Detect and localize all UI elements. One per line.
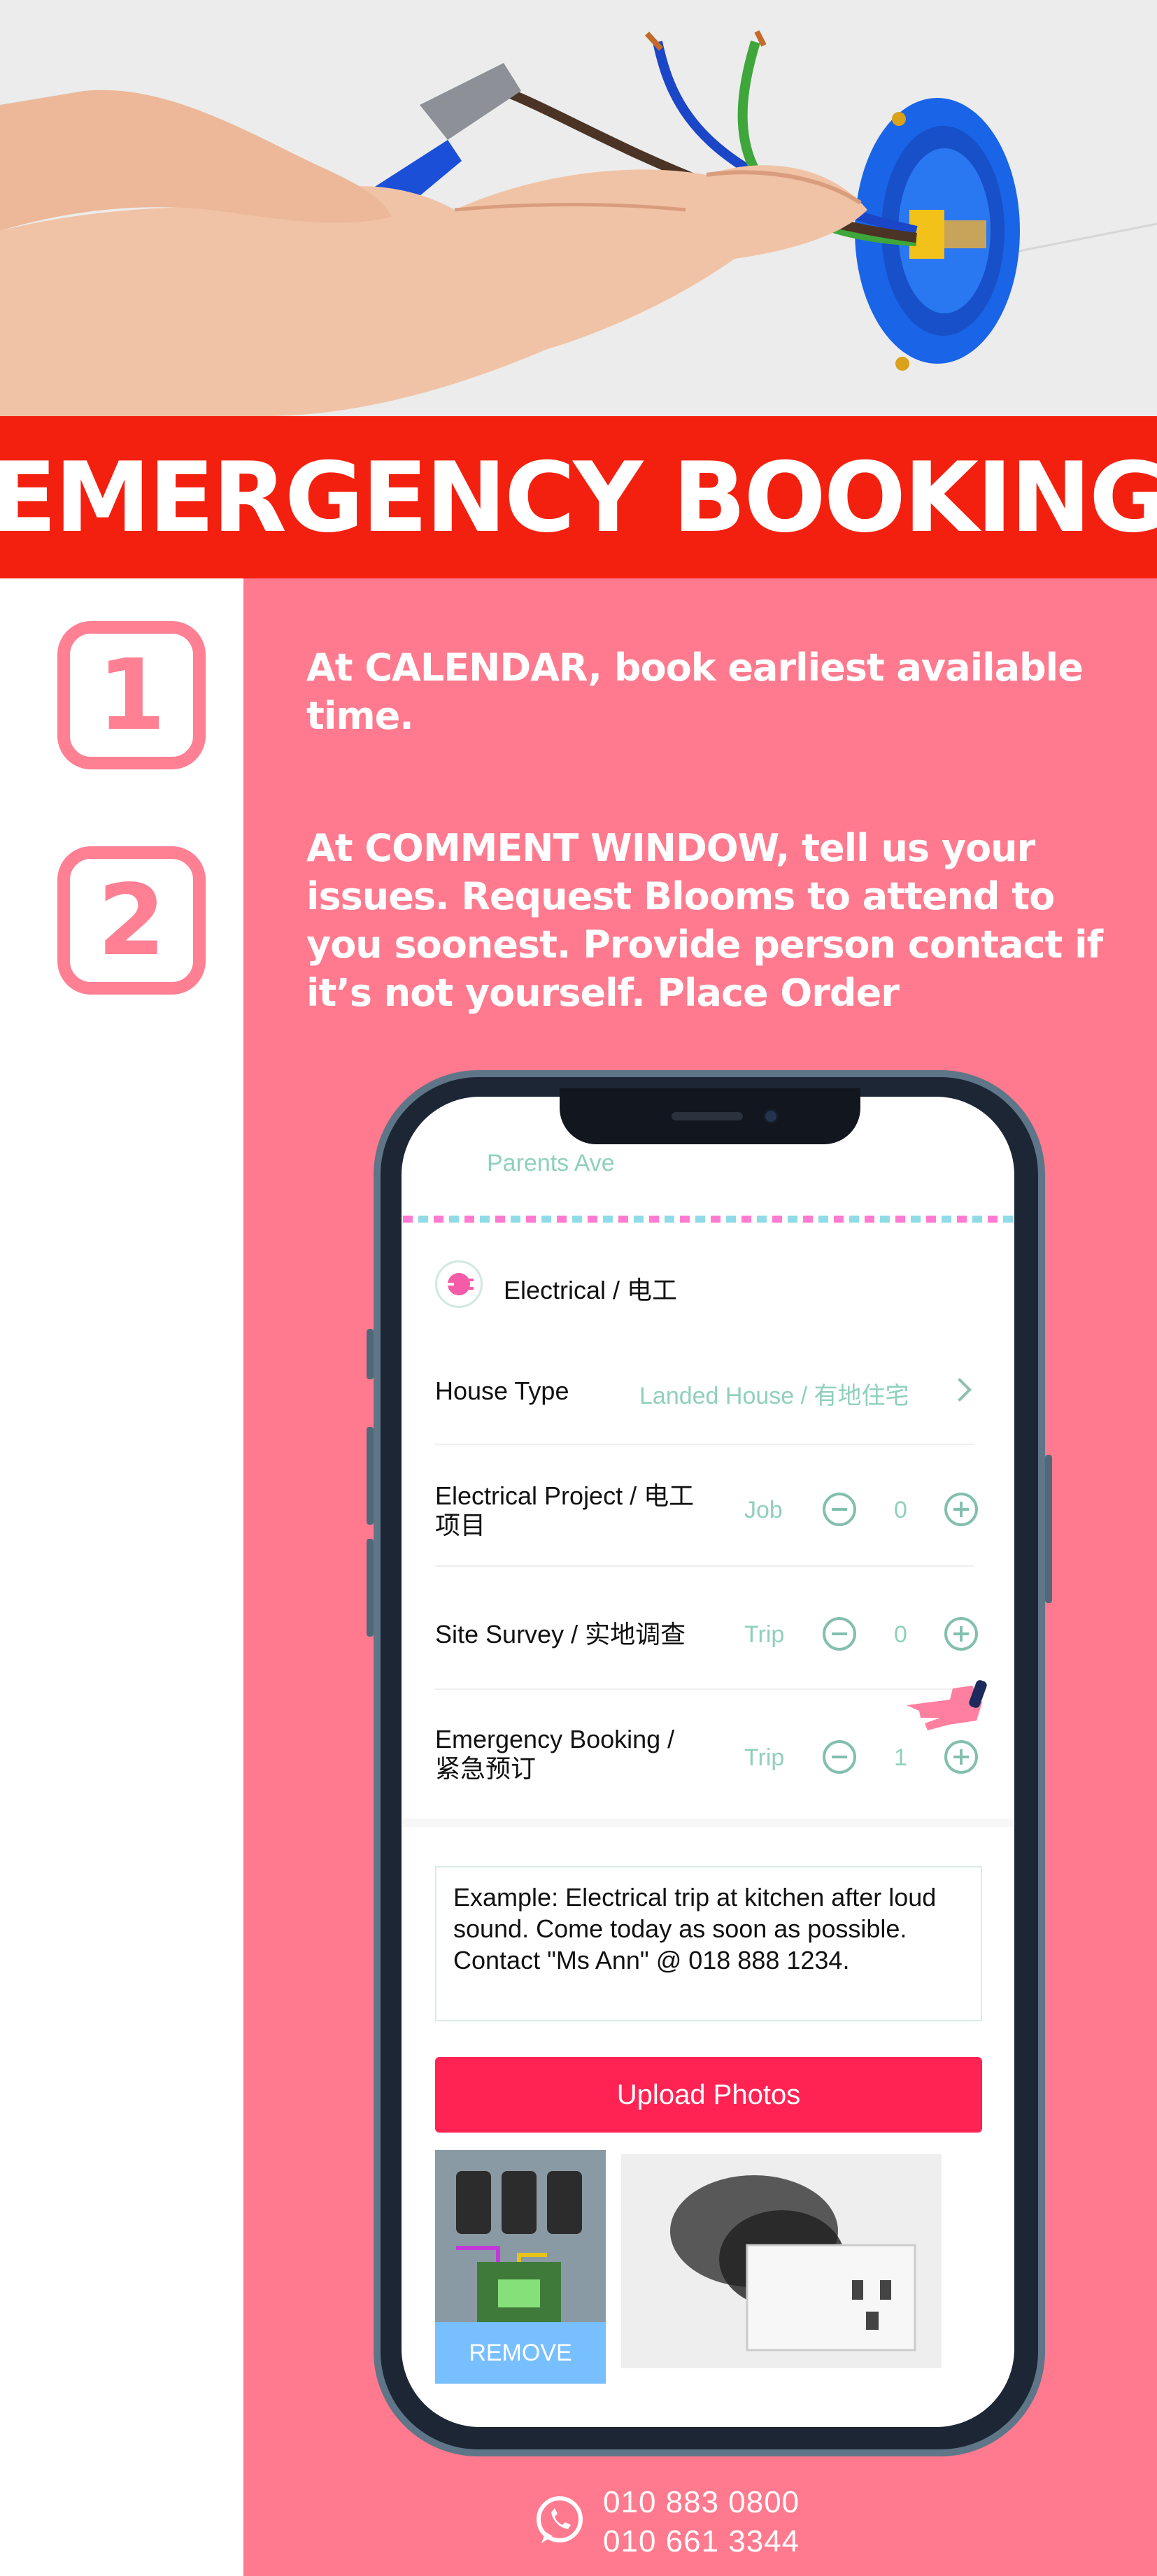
item-unit: Trip xyxy=(744,1621,785,1648)
item-unit: Trip xyxy=(744,1744,785,1771)
plug-icon xyxy=(435,1260,483,1308)
phone-camera xyxy=(765,1111,776,1122)
decrement-button[interactable] xyxy=(823,1617,856,1651)
step-1-text: At CALENDAR, book earliest available tim… xyxy=(306,646,1084,738)
item-quantity: 0 xyxy=(894,1621,907,1648)
address-fragment: Parents Ave xyxy=(487,1150,615,1176)
comment-textarea[interactable]: Example: Electrical trip at kitchen afte… xyxy=(435,1866,982,2021)
increment-button[interactable] xyxy=(944,1740,978,1774)
decrement-button[interactable] xyxy=(823,1740,856,1774)
upload-photos-button[interactable]: Upload Photos xyxy=(435,2057,982,2133)
step-2-badge: 2 xyxy=(57,846,206,995)
phone-speaker xyxy=(672,1112,743,1120)
contact-numbers: 010 883 0800 010 661 3344 xyxy=(603,2483,800,2561)
hero-illustration xyxy=(0,0,1157,416)
item-label-line2: 紧急预订 xyxy=(435,1754,537,1783)
row-divider xyxy=(435,1688,974,1690)
phone-number-2[interactable]: 010 661 3344 xyxy=(603,2522,800,2561)
decrement-button[interactable] xyxy=(823,1493,856,1526)
phone-side-button xyxy=(367,1329,374,1379)
house-type-label: House Type xyxy=(435,1376,569,1405)
phone-power-button xyxy=(1045,1455,1052,1603)
hero-photo-wire-repair xyxy=(0,0,1157,416)
page-title: EMERGENCY BOOKING xyxy=(0,441,1157,554)
row-divider xyxy=(435,1444,974,1445)
item-label-line1: Emergency Booking / xyxy=(435,1725,675,1753)
whatsapp-icon xyxy=(532,2493,588,2552)
increment-button[interactable] xyxy=(944,1617,978,1651)
phone-number-1[interactable]: 010 883 0800 xyxy=(603,2483,800,2522)
item-label: Emergency Booking / 紧急预订 xyxy=(435,1725,674,1784)
step-1-badge: 1 xyxy=(57,621,206,769)
dashed-separator xyxy=(403,1216,1013,1223)
photo-thumbnail-burnt-socket[interactable] xyxy=(621,2154,942,2368)
row-divider xyxy=(435,1565,974,1567)
pointing-hand-icon xyxy=(900,1672,991,1745)
item-label-line1: Electrical Project / 电工 xyxy=(435,1481,695,1510)
item-label: Site Survey / 实地调查 xyxy=(435,1620,686,1649)
item-unit: Job xyxy=(744,1497,783,1523)
item-quantity: 1 xyxy=(894,1744,907,1771)
increment-button[interactable] xyxy=(944,1493,978,1526)
house-type-value[interactable]: Landed House / 有地住宅 xyxy=(639,1376,909,1411)
item-label-line1: Site Survey / 实地调查 xyxy=(435,1620,686,1649)
step-2-text: At COMMENT WINDOW, tell us your issues. … xyxy=(306,826,1103,1015)
section-gap xyxy=(403,1819,1013,1827)
service-label: Electrical / 电工 xyxy=(504,1276,678,1304)
remove-photo-button[interactable]: REMOVE xyxy=(435,2322,606,2384)
phone-volume-up-button xyxy=(367,1427,374,1525)
item-label-line2: 项目 xyxy=(435,1511,486,1539)
item-quantity: 0 xyxy=(894,1497,907,1523)
title-banner: EMERGENCY BOOKING xyxy=(0,416,1157,578)
contact-footer: 010 883 0800 010 661 3344 xyxy=(532,2483,800,2561)
phone-volume-down-button xyxy=(367,1539,374,1637)
item-label: Electrical Project / 电工 项目 xyxy=(435,1481,694,1540)
